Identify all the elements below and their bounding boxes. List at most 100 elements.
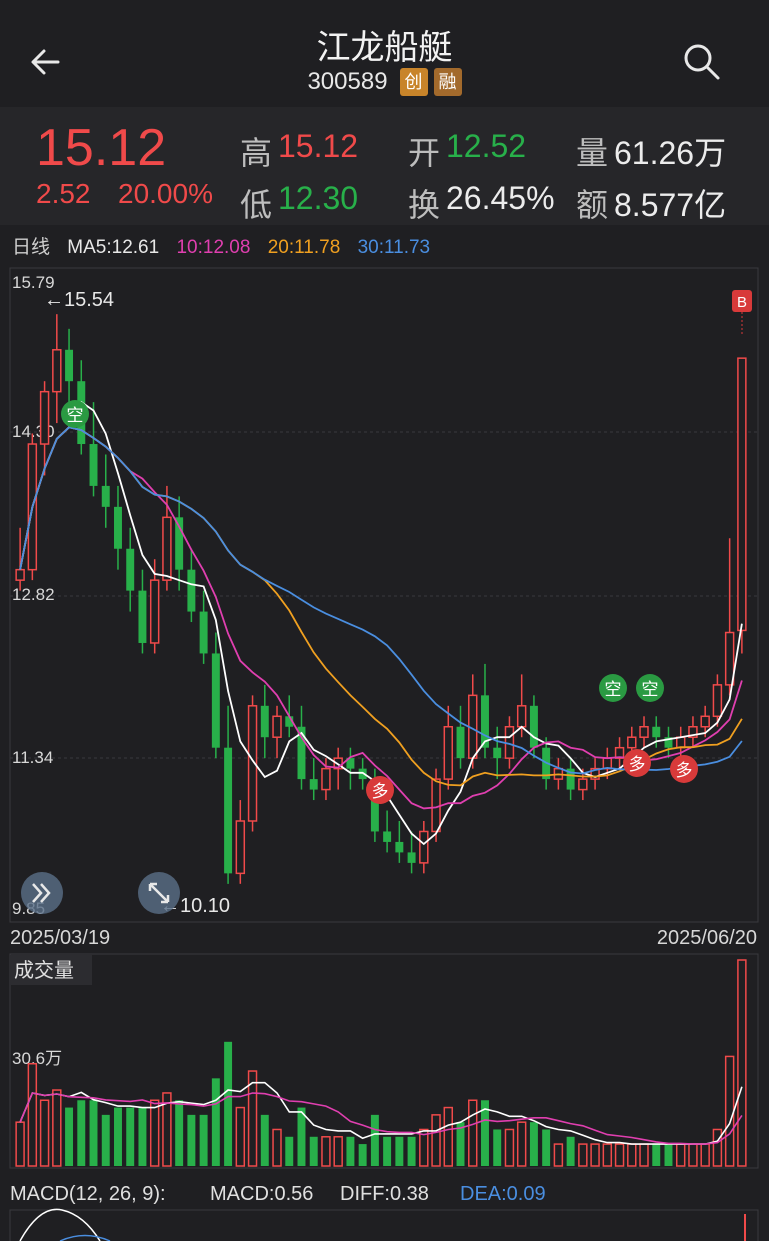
volume-bar (578, 1143, 588, 1167)
candle-body (52, 349, 62, 393)
volume-panel-frame (9, 953, 759, 1169)
volume-ma10-line (19, 1092, 743, 1145)
volume-level: 30.6万 (12, 1049, 62, 1068)
volume-bar (175, 1100, 184, 1166)
volume-bar (162, 1092, 172, 1167)
volume-bar (529, 1122, 538, 1166)
volume-bar (138, 1107, 147, 1166)
amount-value: 8.577亿 (614, 187, 727, 223)
volume-bar (407, 1136, 416, 1166)
ma5-line (19, 400, 743, 846)
ma20-value: 20:11.78 (267, 237, 341, 258)
price-change-pct: 20.00% (118, 178, 213, 209)
volume-value: 61.26万 (614, 135, 727, 171)
amount-label: 额 (576, 187, 609, 223)
turnover-label: 换 (408, 187, 441, 223)
candle-body (737, 357, 747, 632)
candle-body (149, 579, 160, 644)
stock-code: 300589 (307, 68, 388, 95)
candle-body (235, 820, 246, 875)
dea-value: DEA:0.09 (460, 1183, 546, 1205)
volume-bar (553, 1143, 564, 1167)
candle-body (504, 726, 515, 759)
search-icon[interactable] (680, 40, 724, 84)
long-signal: 多 (670, 755, 698, 783)
ma30-value: 30:11.73 (357, 237, 431, 258)
candle-body (614, 746, 625, 759)
candle-body (346, 758, 355, 769)
axis-mid2: 12.82 (12, 585, 55, 604)
candle-body (297, 726, 306, 780)
volume-bar (309, 1136, 318, 1166)
candle-body (321, 767, 331, 791)
candle-body (493, 747, 502, 759)
open-value: 12.52 (446, 128, 527, 164)
candle-body (247, 705, 258, 822)
candle-body (333, 757, 343, 770)
candle-body (272, 715, 282, 738)
volume-bar (149, 1099, 160, 1167)
start-date: 2025/03/19 (10, 927, 110, 949)
candle-body (481, 695, 489, 748)
period-label[interactable]: 日线 (12, 237, 50, 258)
candle-body (285, 716, 294, 727)
candle-body (675, 736, 686, 749)
volume-bar (346, 1136, 355, 1166)
last-price: 15.12 (36, 119, 167, 177)
candle-body (602, 757, 613, 770)
buy-signal-label: B (737, 294, 747, 311)
volume-bar (639, 1143, 649, 1167)
axis-mid1: 14.30 (12, 422, 55, 441)
volume-bar (542, 1129, 551, 1166)
volume-bar (27, 1062, 38, 1167)
volume-bar (419, 1128, 429, 1167)
macd-label: MACD(12, 26, 9): (10, 1183, 166, 1205)
candle-body (419, 830, 429, 864)
axis-mid3: 11.34 (12, 748, 53, 767)
candle-body (309, 779, 318, 790)
diff-value: DIFF:0.38 (340, 1183, 429, 1205)
volume-bar (321, 1136, 331, 1167)
end-date: 2025/06/20 (657, 927, 757, 949)
candle-body (211, 653, 220, 748)
volume-bar (358, 1144, 367, 1166)
expand-panel-button[interactable] (21, 872, 63, 914)
candle-body (39, 390, 50, 445)
fullscreen-button[interactable] (138, 872, 180, 914)
volume-bar (199, 1114, 208, 1166)
candle-body (456, 726, 465, 759)
low-value: 12.30 (278, 180, 359, 216)
open-label: 开 (408, 135, 441, 171)
short-signal-label: 空 (67, 406, 84, 425)
candle-body (126, 548, 135, 591)
volume-bar (602, 1143, 613, 1167)
candle-body (65, 349, 74, 382)
candle-body (260, 705, 269, 738)
candle-body (590, 767, 600, 780)
candles (15, 314, 747, 884)
volume-bar (675, 1143, 686, 1167)
high-label: 高 (240, 135, 273, 171)
price-change: 2.52 (36, 178, 91, 209)
candle-body (639, 726, 649, 738)
long-signal-label: 多 (629, 755, 646, 774)
volume-bar (65, 1107, 74, 1166)
volume-bar (52, 1089, 62, 1167)
volume-bar (235, 1106, 246, 1167)
volume-bar (724, 1055, 735, 1167)
long-signal: 多 (366, 776, 394, 804)
candle-body (224, 747, 233, 874)
candle-body (700, 715, 710, 728)
volume-bar (395, 1136, 404, 1166)
volume-bar (712, 1128, 723, 1167)
candle-body (27, 443, 38, 571)
short-signal: 空 (599, 674, 627, 702)
short-signal: 空 (636, 674, 664, 702)
volume-bar (39, 1099, 50, 1167)
macd-value: MACD:0.56 (210, 1183, 313, 1205)
volume-label: 量 (576, 135, 609, 171)
long-signal-label: 多 (372, 782, 389, 801)
candle-body (578, 778, 588, 791)
volume-bar (126, 1107, 135, 1166)
volume-bar (247, 1070, 258, 1167)
